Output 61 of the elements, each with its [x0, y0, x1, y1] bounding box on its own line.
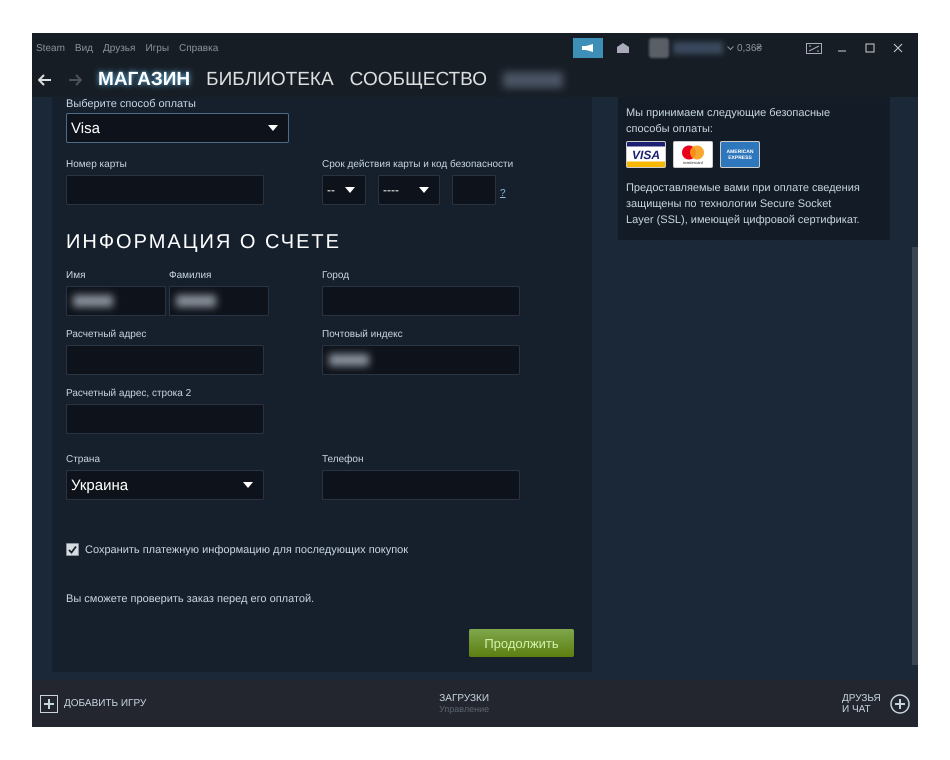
downloads-subtitle: Управление — [439, 704, 490, 714]
field-label: Расчетный адрес — [66, 329, 148, 340]
checkbox-label: Сохранить платежную информацию для последующих покупок — [85, 544, 408, 556]
menu-item[interactable]: Steam — [36, 42, 65, 54]
field-label: Почтовый индекс — [322, 329, 404, 340]
blurred-username[interactable] — [503, 72, 563, 88]
caret-icon — [268, 125, 278, 131]
field-label: Страна — [66, 454, 102, 465]
section-title: ИНФОРМАЦИЯ О СЧЕТЕ — [66, 231, 342, 254]
nav-tab[interactable]: БИБЛИОТЕКА — [206, 69, 334, 91]
input-field[interactable] — [169, 286, 269, 316]
menu-item[interactable]: Вид — [74, 42, 93, 54]
caret-icon — [243, 482, 253, 488]
input-field[interactable] — [66, 175, 264, 205]
downloads-label[interactable]: ЗАГРУЗКИ — [439, 693, 490, 704]
visa-card-icon: VISA — [626, 141, 666, 168]
nav-tab[interactable]: СООБЩЕСТВО — [350, 69, 487, 91]
blurred-text — [176, 295, 216, 307]
field-label: Фамилия — [169, 270, 212, 281]
country-dropdown[interactable]: Украина — [66, 470, 264, 500]
checkbox[interactable] — [66, 543, 79, 556]
back-arrow-icon[interactable] — [38, 74, 52, 86]
plus-circle-icon — [890, 694, 910, 714]
input-field[interactable] — [66, 404, 264, 434]
add-game-button[interactable]: ДОБАВИТЬ ИГРУ — [40, 694, 146, 712]
plus-icon — [40, 694, 58, 712]
wallet-balance[interactable]: 0,36₴ — [736, 42, 762, 54]
caret-icon — [419, 187, 429, 193]
field-label: Номер карты — [66, 159, 128, 170]
avatar[interactable] — [648, 38, 669, 58]
input-field[interactable] — [322, 470, 520, 500]
friends-chat-button[interactable]: ДРУЗЬЯ И ЧАТ — [842, 692, 910, 714]
field-label: Имя — [66, 270, 86, 281]
menu-item[interactable]: Игры — [145, 42, 170, 54]
field-label: Телефон — [322, 454, 364, 465]
year-dropdown[interactable]: ---- — [378, 175, 440, 205]
field-label: Город — [322, 270, 350, 281]
field-label: Выберите способ оплаты — [66, 98, 197, 110]
payment-method-dropdown[interactable]: Visa — [66, 113, 289, 143]
field-label: Срок действия карты и код безопасности — [322, 159, 514, 170]
blurred-text — [329, 354, 369, 366]
help-link[interactable]: ? — [500, 188, 506, 199]
accepted-text: Мы принимаем следующие безопасные способы оплаты: — [626, 106, 832, 137]
menu-item[interactable]: Друзья — [103, 42, 136, 54]
blurred-text — [73, 295, 113, 307]
input-field[interactable] — [66, 345, 264, 375]
nav-tab[interactable]: МАГАЗИН — [98, 69, 190, 91]
caret-icon — [345, 187, 355, 193]
month-dropdown[interactable]: -- — [322, 175, 366, 205]
note-text: Вы сможете проверить заказ перед его оплатой. — [66, 593, 316, 605]
input-field[interactable] — [322, 345, 520, 375]
input-field[interactable] — [452, 175, 496, 205]
input-field[interactable] — [66, 286, 166, 316]
megaphone-icon[interactable] — [572, 38, 603, 58]
scrollbar[interactable] — [912, 247, 918, 665]
menu-item[interactable]: Справка — [179, 42, 218, 54]
forward-arrow-icon[interactable] — [68, 74, 82, 86]
ssl-text: Предоставляемые вами при оплате сведения защищены по технологии Secure Socket Layer (SSL), имеющей цифровой сертификат. — [626, 181, 860, 228]
input-field[interactable] — [322, 286, 520, 316]
field-label: Расчетный адрес, строка 2 — [66, 388, 192, 399]
chevron-icon[interactable] — [726, 46, 734, 50]
